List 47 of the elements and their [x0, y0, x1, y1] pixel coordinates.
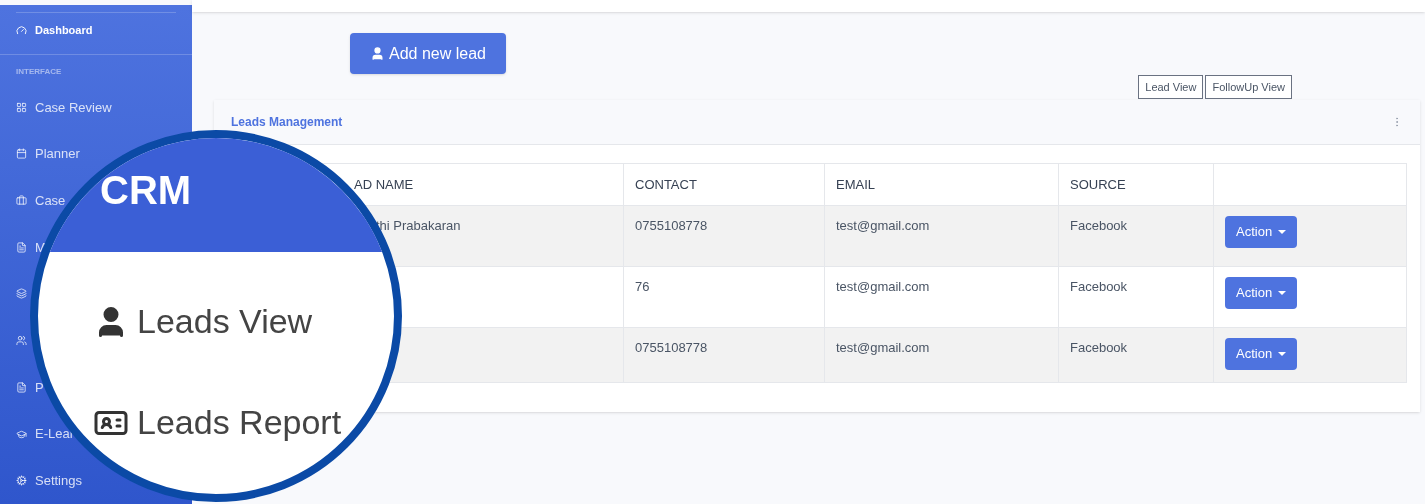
section-heading: INTERFACE — [16, 66, 62, 79]
grid-icon — [16, 101, 27, 113]
people-icon — [16, 335, 27, 347]
sidebar-item[interactable]: P — [16, 377, 44, 398]
menu-item[interactable]: Leads View — [137, 296, 313, 347]
graduation-cap-icon — [16, 428, 27, 440]
column-header: EMAIL — [836, 176, 875, 192]
action-dropdown-button[interactable]: Action — [1225, 277, 1298, 309]
table-cell: test@gmail.com — [836, 279, 930, 294]
sidebar-item[interactable]: Case — [16, 190, 66, 211]
sidebar-item[interactable]: Planner — [16, 144, 80, 164]
action-dropdown-button[interactable]: Action — [1225, 216, 1298, 248]
sidebar-item[interactable]: Case Review — [16, 97, 112, 118]
sidebar-item[interactable]: Dashboard — [16, 22, 93, 39]
column-header: CONTACT — [635, 176, 697, 192]
sidebar-item[interactable] — [16, 288, 27, 300]
action-dropdown-button[interactable]: Action — [1225, 338, 1298, 370]
table-cell: Facebook — [1070, 218, 1128, 233]
card-title: Leads Management — [231, 114, 343, 131]
sidebar-item[interactable]: Settings — [16, 470, 82, 491]
caret-icon — [1278, 291, 1287, 295]
table-cell: Facebook — [1070, 340, 1128, 355]
table-cell: test@gmail.com — [836, 340, 930, 355]
caret-icon — [1278, 352, 1287, 356]
table-cell: Facebook — [1070, 279, 1128, 294]
document-icon — [16, 381, 27, 393]
column-header: AD NAME — [354, 176, 414, 192]
view-toggle-button[interactable]: Lead View — [1138, 75, 1204, 99]
caret-icon — [1278, 230, 1287, 234]
table-cell: 76 — [635, 279, 650, 294]
calendar-icon — [16, 148, 27, 160]
add-lead-button[interactable]: Add new lead — [350, 33, 506, 74]
table-cell: 0755108778 — [635, 218, 708, 233]
column-header: SOURCE — [1070, 176, 1126, 192]
briefcase-icon — [16, 195, 27, 207]
document-icon — [16, 241, 27, 253]
gear-icon — [16, 475, 27, 487]
table-cell: test@gmail.com — [836, 218, 930, 233]
brand-logo-text: CRM — [100, 168, 192, 212]
sidebar-item[interactable]: E-Lear — [16, 424, 75, 444]
view-toggle-button[interactable]: FollowUp View — [1205, 75, 1292, 99]
sidebar-item[interactable] — [16, 335, 27, 347]
user-icon — [370, 46, 385, 61]
menu-item[interactable]: Leads Report — [137, 397, 342, 448]
layers-icon — [16, 288, 27, 300]
table-cell: 0755108778 — [635, 340, 708, 355]
gauge-icon — [16, 24, 27, 36]
